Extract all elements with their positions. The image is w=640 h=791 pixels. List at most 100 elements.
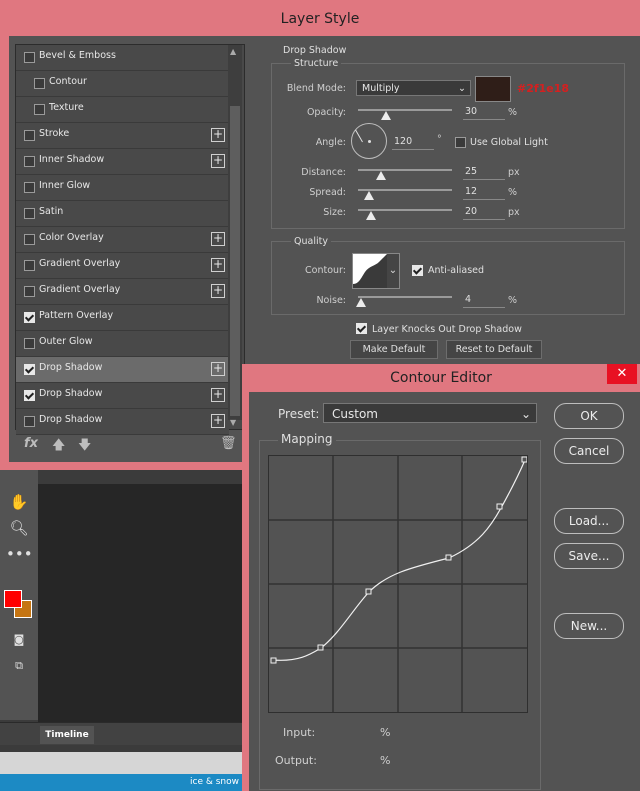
style-row[interactable]: Gradient Overlay +: [16, 253, 229, 279]
anti-aliased-checkbox[interactable]: [412, 265, 423, 276]
size-input[interactable]: 20: [463, 206, 505, 220]
contour-thumbnail-curve: [353, 254, 387, 288]
trash-icon[interactable]: 🗑: [220, 436, 237, 451]
ok-button[interactable]: OK: [554, 403, 624, 429]
styles-scroll-thumb[interactable]: [230, 106, 240, 416]
save-button[interactable]: Save...: [554, 543, 624, 569]
styles-list: Bevel & Emboss Contour Texture Stroke + Inner…: [15, 44, 245, 435]
distance-slider-knob[interactable]: [376, 171, 386, 180]
add-style-plus-icon[interactable]: +: [211, 154, 225, 168]
curve-point: [270, 657, 277, 664]
style-row[interactable]: Contour: [16, 71, 229, 97]
scroll-down-icon[interactable]: ▼: [230, 418, 236, 427]
style-checkbox[interactable]: [24, 208, 35, 219]
opacity-label: Opacity:: [306, 107, 346, 118]
spread-input[interactable]: 12: [463, 186, 505, 200]
size-slider-knob[interactable]: [366, 211, 376, 220]
style-checkbox[interactable]: [24, 52, 35, 63]
style-checkbox[interactable]: [34, 104, 45, 115]
style-checkbox[interactable]: [24, 260, 35, 271]
contour-graph[interactable]: [268, 455, 528, 713]
cancel-button[interactable]: Cancel: [554, 438, 624, 464]
opacity-slider-track[interactable]: [358, 109, 452, 111]
style-checkbox[interactable]: [24, 312, 35, 323]
distance-input[interactable]: 25: [463, 166, 505, 180]
style-row[interactable]: Texture: [16, 97, 229, 123]
contour-editor-title: Contour Editor: [390, 370, 492, 386]
style-row[interactable]: Gradient Overlay +: [16, 279, 229, 305]
style-row[interactable]: Inner Glow: [16, 175, 229, 201]
more-tools-icon[interactable]: •••: [6, 544, 33, 564]
opacity-slider-knob[interactable]: [381, 111, 392, 120]
timeline-tab[interactable]: Timeline: [40, 726, 94, 744]
noise-unit: %: [508, 295, 518, 306]
style-checkbox[interactable]: [24, 130, 35, 141]
style-row[interactable]: Pattern Overlay: [16, 305, 229, 331]
move-down-arrow-icon[interactable]: 🡇: [78, 436, 91, 458]
style-checkbox[interactable]: [24, 338, 35, 349]
style-checkbox[interactable]: [24, 156, 35, 167]
opacity-input[interactable]: 30: [463, 106, 505, 120]
screen-mode-icon[interactable]: ⧉: [6, 656, 32, 676]
angle-dial-center: [368, 140, 371, 143]
add-style-plus-icon[interactable]: +: [211, 128, 225, 142]
style-checkbox[interactable]: [24, 286, 35, 297]
chevron-down-icon: ⌄: [458, 83, 466, 94]
add-style-plus-icon[interactable]: +: [211, 362, 225, 376]
distance-slider-track[interactable]: [358, 169, 452, 171]
style-row[interactable]: Drop Shadow +: [16, 357, 229, 383]
output-unit: %: [380, 754, 391, 767]
zoom-tool-icon[interactable]: 🔍︎: [6, 518, 32, 538]
hand-tool-icon[interactable]: ✋: [6, 492, 32, 512]
add-style-plus-icon[interactable]: +: [211, 258, 225, 272]
add-style-plus-icon[interactable]: +: [211, 414, 225, 428]
knockout-checkbox[interactable]: [356, 323, 367, 334]
style-checkbox[interactable]: [24, 364, 35, 375]
foreground-color-swatch[interactable]: [4, 590, 22, 608]
fx-menu-button[interactable]: fx: [24, 436, 38, 451]
add-style-plus-icon[interactable]: +: [211, 388, 225, 402]
shadow-color-swatch[interactable]: [475, 76, 511, 102]
blend-mode-select[interactable]: Multiply ⌄: [356, 80, 471, 96]
spread-slider-knob[interactable]: [364, 191, 374, 200]
style-row[interactable]: Color Overlay +: [16, 227, 229, 253]
noise-slider-track[interactable]: [358, 296, 452, 298]
add-style-plus-icon[interactable]: +: [211, 232, 225, 246]
add-style-plus-icon[interactable]: +: [211, 284, 225, 298]
style-checkbox[interactable]: [24, 416, 35, 427]
reset-to-default-button[interactable]: Reset to Default: [446, 340, 542, 359]
preset-select[interactable]: Custom ⌄: [323, 403, 537, 423]
contour-thumbnail[interactable]: [352, 253, 388, 289]
style-row[interactable]: Inner Shadow +: [16, 149, 229, 175]
style-label: Inner Glow: [39, 180, 91, 191]
make-default-button[interactable]: Make Default: [350, 340, 438, 359]
output-label: Output:: [275, 754, 317, 767]
style-checkbox[interactable]: [24, 234, 35, 245]
style-label: Stroke: [39, 128, 70, 139]
style-row[interactable]: Bevel & Emboss: [16, 45, 229, 71]
close-icon[interactable]: ✕: [607, 364, 637, 384]
move-up-arrow-icon[interactable]: 🡅: [52, 436, 65, 458]
style-row[interactable]: Satin: [16, 201, 229, 227]
new-button[interactable]: New...: [554, 613, 624, 639]
contour-picker-chevron-icon[interactable]: ⌄: [387, 253, 400, 289]
style-label: Pattern Overlay: [39, 310, 114, 321]
contour-label: Contour:: [305, 265, 346, 276]
quick-mask-icon[interactable]: ◙: [6, 630, 32, 650]
style-checkbox[interactable]: [24, 390, 35, 401]
canvas-area: [38, 484, 243, 724]
noise-input[interactable]: 4: [463, 294, 505, 308]
angle-input[interactable]: 120: [392, 136, 434, 150]
style-row[interactable]: Drop Shadow +: [16, 383, 229, 409]
angle-dial[interactable]: [351, 123, 387, 159]
scroll-up-icon[interactable]: ▲: [230, 47, 236, 56]
load-button[interactable]: Load...: [554, 508, 624, 534]
noise-slider-knob[interactable]: [356, 298, 366, 307]
input-label: Input:: [283, 726, 316, 739]
style-row[interactable]: Stroke +: [16, 123, 229, 149]
style-row[interactable]: Outer Glow: [16, 331, 229, 357]
contour-graph-svg[interactable]: [269, 456, 528, 712]
style-checkbox[interactable]: [24, 182, 35, 193]
use-global-light-checkbox[interactable]: [455, 137, 466, 148]
style-checkbox[interactable]: [34, 78, 45, 89]
